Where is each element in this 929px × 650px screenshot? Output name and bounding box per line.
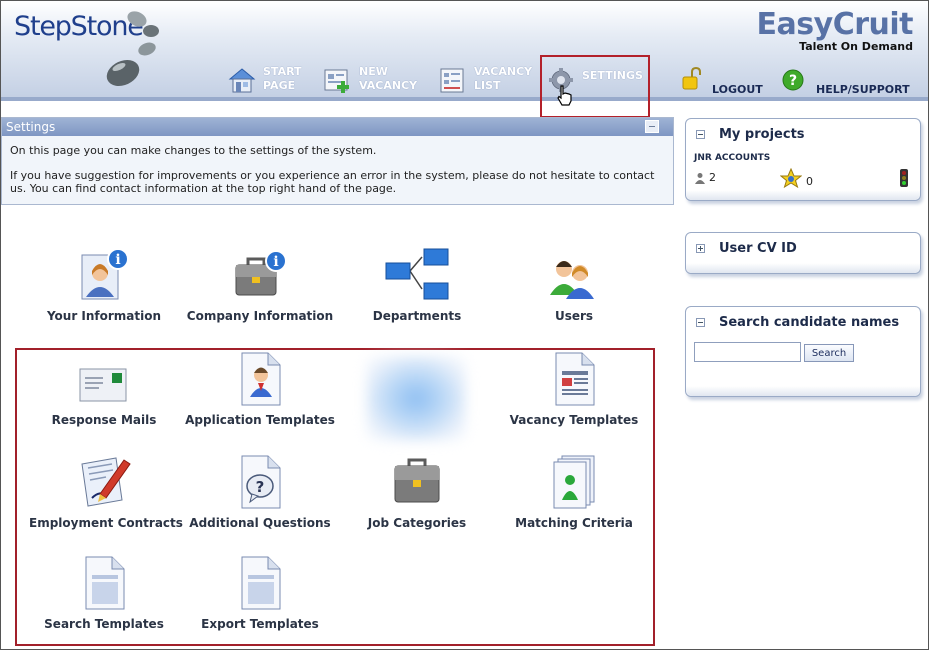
users-icon	[550, 261, 594, 299]
my-projects-header[interactable]: My projects	[686, 119, 920, 142]
vacancy-template-icon	[555, 352, 595, 406]
stones-logo-icon	[106, 11, 159, 87]
tile-application-templates[interactable]: Application Templates	[185, 351, 335, 427]
person-icon	[695, 172, 705, 184]
company-information-icon: i	[235, 250, 287, 296]
nav-vacancy-list[interactable]: VACANCY LIST	[438, 65, 532, 95]
collapse-toggle-icon[interactable]	[696, 130, 705, 139]
settings-text-2: If you have suggestion for improvements …	[10, 169, 655, 195]
tile-employment-contracts[interactable]: Employment Contracts	[29, 454, 183, 530]
user-cv-id-header[interactable]: User CV ID	[686, 233, 920, 256]
my-projects-box: My projects JNR ACCOUNTS 2 0	[685, 118, 921, 201]
project-people-count: 2	[709, 171, 716, 184]
help-icon[interactable]: ?	[782, 69, 804, 91]
nav-start-page[interactable]: START PAGE	[227, 65, 302, 95]
project-star-count: 0	[806, 175, 813, 188]
brand-name: EasyCruit	[756, 7, 914, 42]
mail-icon	[79, 368, 127, 402]
company-information-label: Company Information	[186, 309, 334, 323]
tile-response-mails[interactable]: Response Mails	[29, 359, 179, 427]
search-candidate-header[interactable]: Search candidate names	[686, 307, 920, 330]
search-candidate-title: Search candidate names	[719, 315, 900, 330]
nav-start-line2: PAGE	[263, 79, 296, 92]
matching-criteria-label: Matching Criteria	[515, 516, 633, 530]
export-template-icon	[241, 556, 281, 610]
app-header: StepStone EasyCruit Talent On Demand STA…	[1, 1, 928, 106]
tile-export-templates[interactable]: Export Templates	[185, 555, 335, 631]
departments-icon	[385, 248, 449, 300]
svg-text:i: i	[273, 254, 278, 270]
users-label: Users	[554, 309, 594, 323]
briefcase-icon	[394, 458, 440, 503]
candidate-search-input[interactable]	[694, 342, 801, 362]
help-support-link[interactable]: HELP/SUPPORT	[816, 83, 910, 96]
nav-start-line1: START	[263, 65, 302, 78]
traffic-light-icon	[900, 168, 908, 187]
your-information-label: Your Information	[46, 309, 162, 323]
nav-new-line2: VACANCY	[359, 79, 418, 92]
settings-panel-title: Settings	[2, 118, 673, 136]
easycruit-brand: EasyCruit Talent On Demand	[756, 7, 914, 53]
application-template-icon	[241, 352, 281, 406]
tile-job-categories[interactable]: Job Categories	[342, 454, 492, 530]
project-stats: 2 0	[694, 167, 909, 188]
nav-new-line1: NEW	[359, 65, 388, 78]
tile-departments[interactable]: Departments	[342, 247, 492, 323]
tile-vacancy-templates[interactable]: Vacancy Templates	[499, 351, 649, 427]
padlock-icon[interactable]	[681, 67, 705, 91]
additional-questions-label: Additional Questions	[189, 516, 331, 530]
departments-label: Departments	[372, 309, 462, 323]
settings-title-text: Settings	[6, 120, 56, 134]
my-projects-title: My projects	[719, 127, 805, 142]
svg-text:?: ?	[789, 73, 797, 89]
tile-your-information[interactable]: i Your Information	[29, 247, 179, 323]
user-cv-id-box: User CV ID	[685, 232, 921, 274]
vacancy-list-icon	[440, 68, 464, 93]
employment-contracts-label: Employment Contracts	[29, 516, 183, 530]
blurred-icon	[366, 356, 466, 441]
box-footer	[686, 263, 920, 273]
tile-users[interactable]: Users	[499, 247, 649, 323]
user-cv-id-title: User CV ID	[719, 241, 797, 256]
box-footer	[686, 386, 920, 396]
tile-matching-criteria[interactable]: Matching Criteria	[499, 454, 649, 530]
logout-link[interactable]: LOGOUT	[712, 83, 763, 96]
box-footer	[686, 190, 920, 200]
response-mails-label: Response Mails	[51, 413, 157, 427]
settings-panel: Settings On this page you can make chang…	[1, 117, 674, 205]
question-document-icon: ?	[241, 455, 281, 509]
export-templates-label: Export Templates	[201, 617, 319, 631]
star-icon	[780, 167, 802, 188]
tile-search-templates[interactable]: Search Templates	[29, 555, 179, 631]
svg-text:?: ?	[256, 478, 265, 496]
settings-text-1: On this page you can make changes to the…	[10, 144, 377, 157]
settings-description: On this page you can make changes to the…	[2, 136, 673, 203]
tile-company-information[interactable]: i Company Information	[185, 247, 335, 323]
your-information-icon: i	[81, 248, 129, 300]
search-templates-label: Search Templates	[44, 617, 164, 631]
project-account-name[interactable]: JNR ACCOUNTS	[694, 153, 770, 163]
tile-additional-questions[interactable]: ? Additional Questions	[185, 454, 335, 530]
nav-new-vacancy[interactable]: NEW VACANCY	[323, 65, 417, 95]
house-icon	[228, 68, 256, 93]
contract-icon	[81, 457, 131, 507]
expand-toggle-icon[interactable]	[696, 244, 705, 253]
application-templates-label: Application Templates	[185, 413, 335, 427]
search-template-icon	[85, 556, 125, 610]
settings-highlight-frame	[540, 55, 650, 118]
nav-list-line1: VACANCY	[474, 65, 533, 78]
new-vacancy-icon	[324, 69, 349, 93]
matching-criteria-icon	[553, 455, 595, 509]
collapse-icon[interactable]	[645, 120, 659, 133]
svg-text:i: i	[115, 252, 120, 268]
nav-list-line2: LIST	[474, 79, 501, 92]
vacancy-templates-label: Vacancy Templates	[509, 413, 639, 427]
search-candidate-box: Search candidate names Search	[685, 306, 921, 397]
job-categories-label: Job Categories	[367, 516, 467, 530]
collapse-toggle-icon[interactable]	[696, 318, 705, 327]
search-button[interactable]: Search	[804, 344, 854, 362]
